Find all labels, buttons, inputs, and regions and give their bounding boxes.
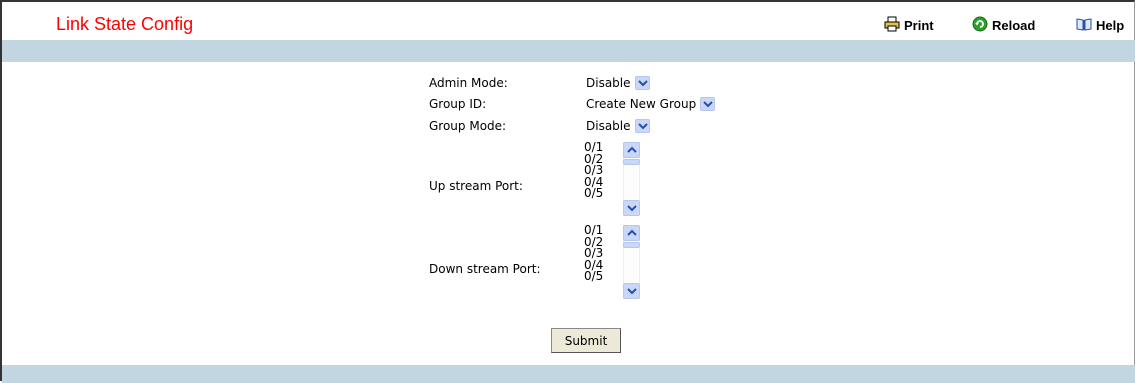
page-title: Link State Config: [56, 14, 194, 34]
downstream-port-listbox[interactable]: 0/1 0/2 0/3 0/4 0/5: [584, 224, 644, 299]
group-mode-value: Disable: [586, 119, 631, 133]
group-mode-select[interactable]: Disable: [586, 118, 650, 134]
print-label: Print: [904, 17, 934, 33]
reload-label: Reload: [992, 17, 1036, 33]
scroll-up-icon[interactable]: [623, 142, 640, 158]
upstream-port-options: 0/1 0/2 0/3 0/4 0/5: [584, 141, 622, 200]
footer-band: [2, 365, 1135, 383]
header-band: [2, 40, 1135, 62]
scroll-thumb[interactable]: [623, 242, 640, 248]
header: Link State Config Print Reload Help: [2, 2, 1135, 40]
upstream-port-listbox[interactable]: 0/1 0/2 0/3 0/4 0/5: [584, 141, 644, 216]
scroll-down-icon[interactable]: [623, 200, 640, 216]
chevron-down-icon[interactable]: [634, 119, 650, 133]
reload-icon: [972, 16, 988, 35]
scroll-down-icon[interactable]: [623, 283, 640, 299]
help-button[interactable]: Help: [1076, 16, 1124, 34]
group-mode-label: Group Mode:: [429, 119, 507, 133]
downstream-scrollbar[interactable]: [623, 225, 641, 299]
help-label: Help: [1096, 17, 1125, 33]
admin-mode-value: Disable: [586, 76, 631, 90]
printer-icon: [884, 16, 900, 35]
list-item[interactable]: 0/5: [584, 270, 622, 283]
scroll-up-icon[interactable]: [623, 225, 640, 241]
admin-mode-select[interactable]: Disable: [586, 75, 650, 91]
upstream-port-label: Up stream Port:: [429, 179, 523, 193]
list-item[interactable]: 0/5: [584, 187, 622, 200]
scroll-thumb[interactable]: [623, 159, 640, 165]
upstream-scrollbar[interactable]: [623, 142, 641, 216]
downstream-port-options: 0/1 0/2 0/3 0/4 0/5: [584, 224, 622, 283]
group-id-label: Group ID:: [429, 97, 487, 111]
reload-button[interactable]: Reload: [972, 16, 1035, 34]
chevron-down-icon[interactable]: [634, 76, 650, 90]
downstream-port-label: Down stream Port:: [429, 262, 541, 276]
chevron-down-icon[interactable]: [700, 97, 716, 111]
group-id-select[interactable]: Create New Group: [586, 96, 716, 112]
submit-button[interactable]: Submit: [551, 328, 621, 353]
help-book-icon: [1076, 16, 1092, 35]
print-button[interactable]: Print: [884, 16, 934, 34]
group-id-value: Create New Group: [586, 97, 697, 111]
admin-mode-label: Admin Mode:: [429, 76, 508, 90]
